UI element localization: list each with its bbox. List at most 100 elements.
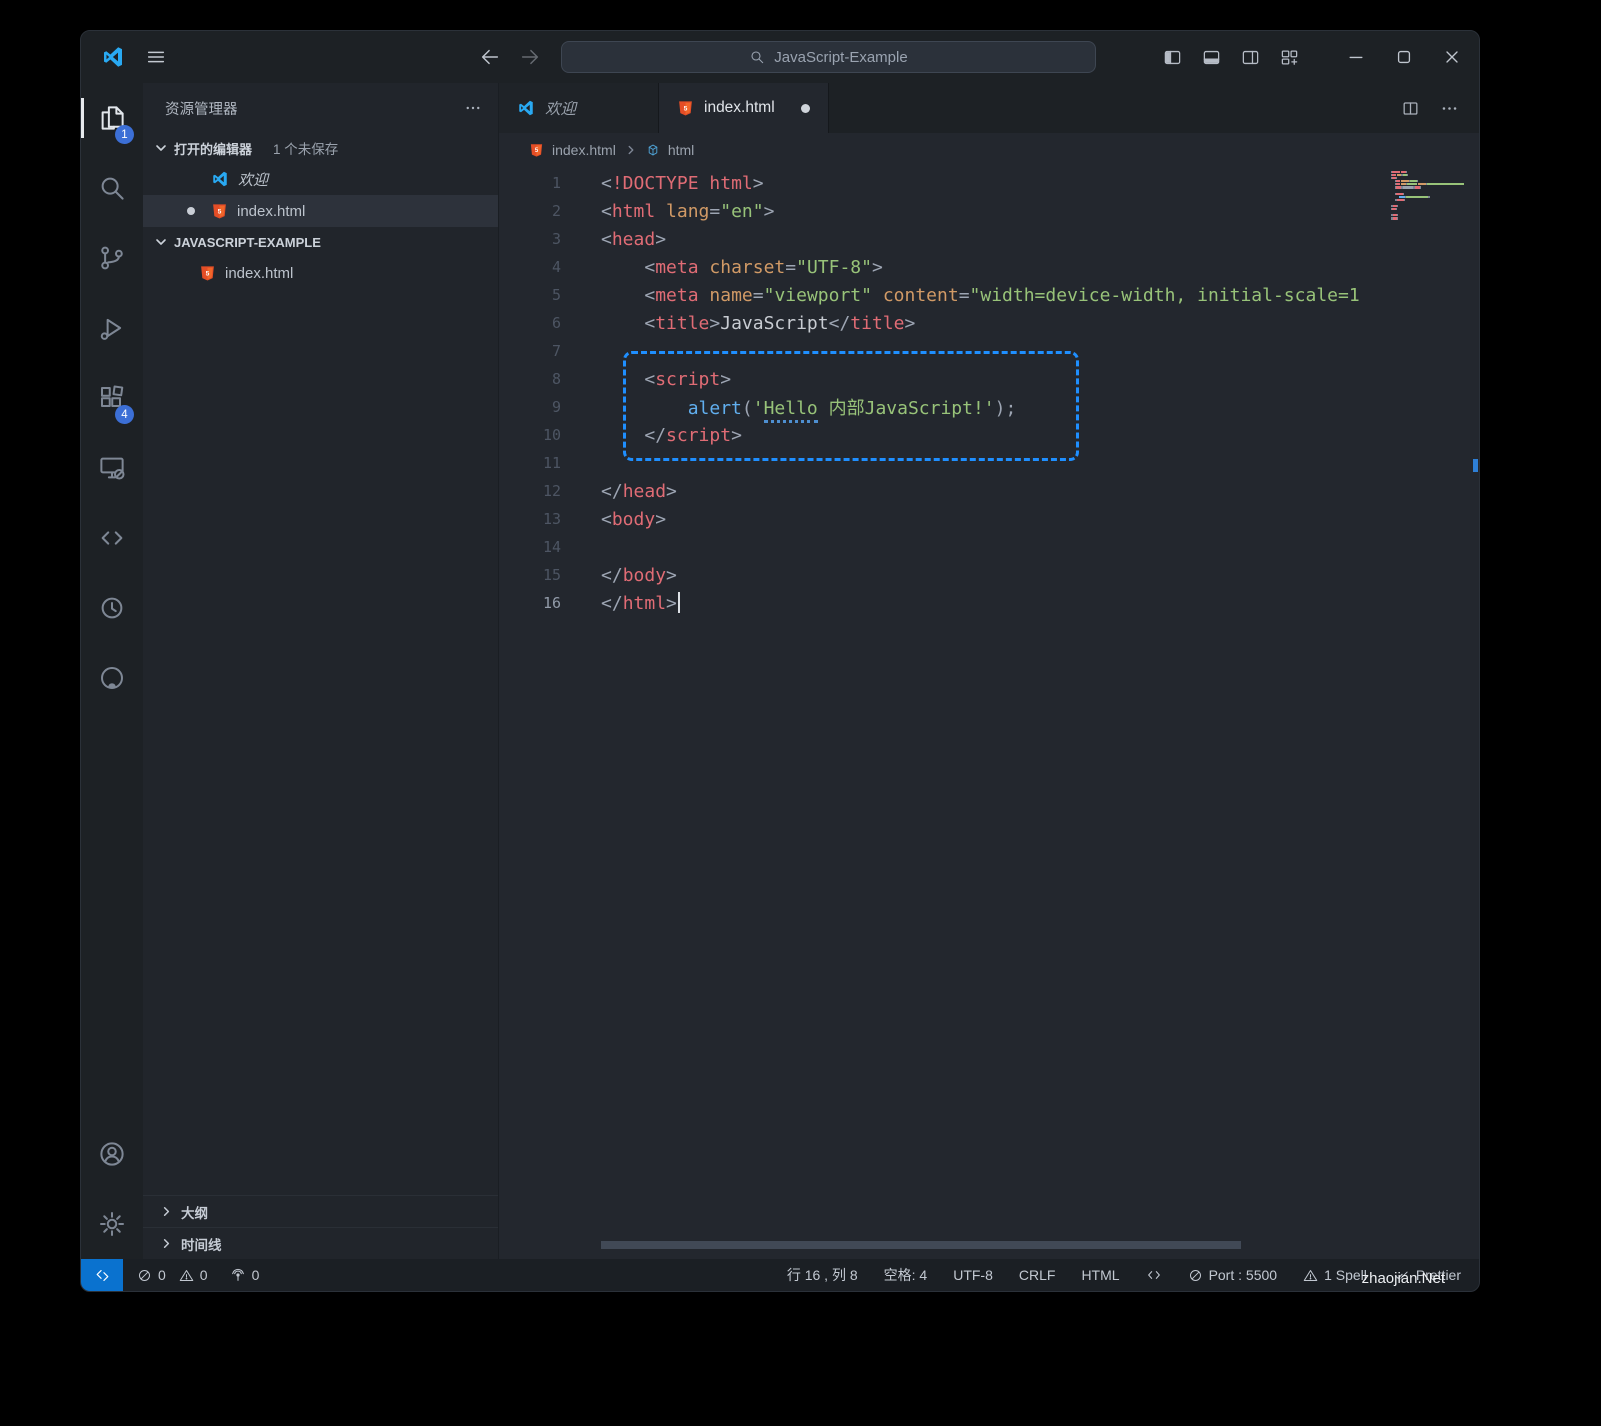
chevron-right-icon: [159, 1204, 174, 1219]
tab-modified-dot[interactable]: [801, 104, 810, 113]
warning-count: 0: [200, 1267, 208, 1283]
extensions-badge: 4: [115, 405, 134, 424]
indentation[interactable]: 空格: 4: [884, 1265, 928, 1285]
code-line[interactable]: 16</html>: [499, 589, 1379, 617]
remote-indicator[interactable]: [81, 1259, 123, 1291]
code-line[interactable]: 6 <title>JavaScript</title>: [499, 309, 1379, 337]
activity-history[interactable]: [81, 573, 143, 643]
open-editor-index[interactable]: 5 index.html: [143, 195, 498, 227]
chevron-right-icon: [159, 1236, 174, 1251]
activity-explorer[interactable]: 1: [81, 83, 143, 153]
settings-button[interactable]: [81, 1189, 143, 1259]
line-number: 7: [499, 342, 561, 360]
sidebar-header: 资源管理器: [143, 83, 498, 133]
problems-button[interactable]: 0 0: [137, 1267, 208, 1283]
toggle-panel-icon[interactable]: [1202, 48, 1221, 67]
code-line[interactable]: 15</body>: [499, 561, 1379, 589]
text-cursor: [678, 592, 680, 613]
activity-source-control[interactable]: [81, 223, 143, 293]
activity-search[interactable]: [81, 153, 143, 223]
split-editor-icon[interactable]: [1401, 99, 1420, 118]
sidebar-more-button[interactable]: [464, 99, 482, 117]
tab-label: index.html: [704, 99, 775, 117]
more-actions-icon[interactable]: [1440, 99, 1459, 118]
breadcrumb-node[interactable]: html: [668, 142, 694, 158]
minimap-line: [1391, 171, 1465, 173]
code-line[interactable]: 14: [499, 533, 1379, 561]
encoding[interactable]: UTF-8: [953, 1267, 993, 1283]
tab-bar: 欢迎 5 index.html: [499, 83, 1479, 133]
github-icon: [97, 663, 127, 693]
activity-bar-bottom: [81, 1119, 143, 1259]
open-editors-header[interactable]: 打开的编辑器 1 个未保存: [143, 133, 498, 163]
line-content: <meta charset="UTF-8">: [601, 257, 883, 278]
svg-text:5: 5: [684, 105, 688, 112]
account-button[interactable]: [81, 1119, 143, 1189]
breadcrumb-file[interactable]: index.html: [552, 142, 616, 158]
html-file-icon: 5: [199, 265, 216, 282]
minimap[interactable]: [1387, 167, 1467, 1259]
settings-gear-icon: [97, 1209, 127, 1239]
code-line[interactable]: 9 alert('Hello 内部JavaScript!');: [499, 393, 1379, 421]
code-editor[interactable]: 1<!DOCTYPE html>2<html lang="en">3<head>…: [499, 167, 1479, 1259]
customize-layout-icon[interactable]: [1280, 48, 1299, 67]
activity-remote-explorer[interactable]: [81, 433, 143, 503]
code-line[interactable]: 1<!DOCTYPE html>: [499, 169, 1379, 197]
close-button[interactable]: [1435, 40, 1469, 74]
line-content: </script>: [601, 425, 742, 446]
breadcrumb: 5 index.html html: [499, 133, 1479, 167]
tree-item-index-html[interactable]: 5 index.html: [143, 257, 498, 289]
minimap-content: [1391, 171, 1465, 221]
line-number: 3: [499, 230, 561, 248]
code-line[interactable]: 8 <script>: [499, 365, 1379, 393]
warning-icon: [179, 1268, 194, 1283]
minimize-button[interactable]: [1339, 40, 1373, 74]
minimap-line: [1391, 180, 1465, 182]
toggle-secondary-sidebar-icon[interactable]: [1241, 48, 1260, 67]
code-line[interactable]: 12</head>: [499, 477, 1379, 505]
timeline-label: 时间线: [181, 1234, 222, 1254]
code-line[interactable]: 7: [499, 337, 1379, 365]
code-line[interactable]: 4 <meta charset="UTF-8">: [499, 253, 1379, 281]
command-center-search[interactable]: JavaScript-Example: [561, 41, 1096, 73]
activity-extensions[interactable]: 4: [81, 363, 143, 433]
outline-section[interactable]: 大纲: [143, 1195, 498, 1227]
minimap-line: [1391, 177, 1465, 179]
toggle-sidebar-icon[interactable]: [1163, 48, 1182, 67]
tab-welcome[interactable]: 欢迎: [499, 83, 659, 133]
sidebar-title: 资源管理器: [165, 98, 238, 119]
ports-button[interactable]: 0: [230, 1267, 260, 1283]
code-line[interactable]: 11: [499, 449, 1379, 477]
minimap-line: [1391, 196, 1465, 198]
cursor-position[interactable]: 行 16 , 列 8: [787, 1265, 858, 1285]
eol-sequence[interactable]: CRLF: [1019, 1267, 1056, 1283]
code-icon[interactable]: [1146, 1267, 1162, 1283]
spell-checker[interactable]: 1 Spell: [1303, 1267, 1367, 1283]
language-mode[interactable]: HTML: [1081, 1267, 1119, 1283]
code-line[interactable]: 13<body>: [499, 505, 1379, 533]
maximize-button[interactable]: [1387, 40, 1421, 74]
open-editor-welcome[interactable]: 欢迎: [143, 163, 498, 195]
menu-button[interactable]: [145, 46, 167, 68]
code-line[interactable]: 5 <meta name="viewport" content="width=d…: [499, 281, 1379, 309]
timeline-section[interactable]: 时间线: [143, 1227, 498, 1259]
horizontal-scrollbar[interactable]: [601, 1241, 1241, 1249]
code-line[interactable]: 10 </script>: [499, 421, 1379, 449]
code-line[interactable]: 3<head>: [499, 225, 1379, 253]
activity-github[interactable]: [81, 643, 143, 713]
minimap-line: [1391, 202, 1465, 204]
forward-button[interactable]: [519, 46, 541, 68]
activity-live-preview[interactable]: [81, 503, 143, 573]
history-clock-icon: [97, 593, 127, 623]
remote-explorer-icon: [97, 453, 127, 483]
activity-run-debug[interactable]: [81, 293, 143, 363]
folder-section-header[interactable]: JAVASCRIPT-EXAMPLE: [143, 227, 498, 257]
code-lines: 1<!DOCTYPE html>2<html lang="en">3<head>…: [499, 169, 1379, 617]
search-icon: [749, 49, 765, 65]
code-line[interactable]: 2<html lang="en">: [499, 197, 1379, 225]
back-button[interactable]: [479, 46, 501, 68]
live-server-port[interactable]: Port : 5500: [1188, 1267, 1278, 1283]
tab-index-html[interactable]: 5 index.html: [659, 83, 829, 133]
activity-bar: 1 4: [81, 83, 143, 1259]
unsaved-count: 1 个未保存: [273, 138, 338, 158]
